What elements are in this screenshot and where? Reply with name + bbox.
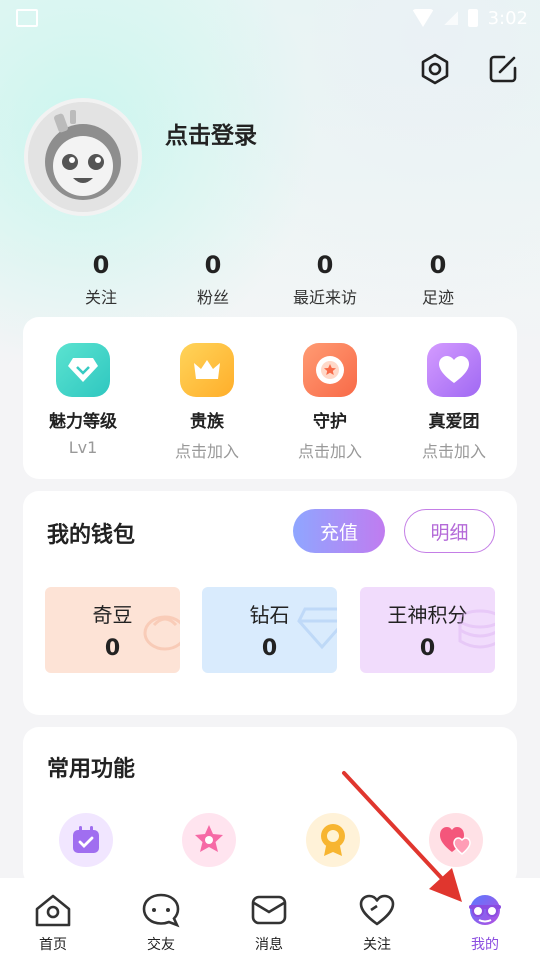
stat-label: 最近来访 <box>292 288 357 307</box>
nav-label: 我的 <box>471 937 499 953</box>
stat-label: 关注 <box>84 288 117 307</box>
star-badge-icon[interactable] <box>182 813 236 867</box>
vip-nobility[interactable]: 贵族 点击加入 <box>147 343 267 462</box>
diamond-icon <box>56 343 110 397</box>
vip-sub: Lv1 <box>68 438 98 457</box>
vip-title: 贵族 <box>190 412 224 432</box>
nav-friends[interactable]: 交友 <box>121 892 201 954</box>
avatar[interactable] <box>24 98 142 216</box>
stat-value: 0 <box>316 251 334 279</box>
bean-icon <box>143 615 180 651</box>
vip-true-love-group[interactable]: 真爱团 点击加入 <box>394 343 514 462</box>
recharge-button[interactable]: 充值 <box>293 509 385 553</box>
calendar-check-icon[interactable] <box>59 813 113 867</box>
vip-title: 真爱团 <box>428 412 480 432</box>
shield-icon <box>303 343 357 397</box>
hearts-icon[interactable] <box>429 813 483 867</box>
wallet-qidou[interactable]: 奇豆 0 <box>45 587 180 673</box>
detail-button[interactable]: 明细 <box>404 509 495 553</box>
vip-sub: 点击加入 <box>421 442 486 461</box>
functions-title: 常用功能 <box>47 757 136 782</box>
nav-mine[interactable]: 我的 <box>445 892 525 954</box>
functions-card: 常用功能 <box>23 727 517 887</box>
stat-recent-visitors[interactable]: 0 最近来访 <box>275 250 375 308</box>
stat-following[interactable]: 0 关注 <box>51 250 151 308</box>
nav-home[interactable]: 首页 <box>13 892 93 954</box>
header-actions <box>418 52 520 86</box>
mail-icon <box>251 895 287 925</box>
stat-label: 足迹 <box>421 288 454 307</box>
default-avatar-icon <box>28 102 138 212</box>
battery-icon <box>467 9 478 27</box>
signal-icon <box>443 11 458 25</box>
wallet-diamond[interactable]: 钻石 0 <box>202 587 337 673</box>
stat-label: 粉丝 <box>196 288 229 307</box>
stat-fans[interactable]: 0 粉丝 <box>163 250 263 308</box>
nav-follow[interactable]: 关注 <box>337 892 417 954</box>
chat-icon <box>142 893 180 928</box>
stat-value: 0 <box>204 251 222 279</box>
vip-guard[interactable]: 守护 点击加入 <box>270 343 390 462</box>
gallery-icon <box>16 9 38 27</box>
login-link[interactable]: 点击登录 <box>165 116 257 150</box>
nav-label: 交友 <box>147 937 175 953</box>
status-bar: 3:02 <box>0 0 540 36</box>
heart-outline-icon <box>359 894 395 926</box>
edit-icon[interactable] <box>486 52 520 86</box>
vip-title: 魅力等级 <box>49 412 117 432</box>
clock: 3:02 <box>487 7 528 29</box>
vip-sub: 点击加入 <box>174 442 239 461</box>
settings-icon[interactable] <box>418 52 452 86</box>
nav-label: 关注 <box>363 937 391 953</box>
stat-value: 0 <box>429 251 447 279</box>
heart-icon <box>427 343 481 397</box>
vip-charm-level[interactable]: 魅力等级 Lv1 <box>23 343 143 457</box>
vip-sub: 点击加入 <box>297 442 362 461</box>
wallet-points[interactable]: 王神积分 0 <box>360 587 495 673</box>
medal-icon[interactable] <box>306 813 360 867</box>
avatar-glasses-icon <box>469 895 501 925</box>
stat-footprints[interactable]: 0 足迹 <box>388 250 488 308</box>
crown-icon <box>180 343 234 397</box>
wallet-title: 我的钱包 <box>47 523 136 548</box>
nav-label: 首页 <box>39 937 67 953</box>
nav-label: 消息 <box>255 937 283 953</box>
diamond-outline-icon <box>297 607 337 650</box>
privileges-card: 魅力等级 Lv1 贵族 点击加入 守护 点击加入 真爱团 点击加入 <box>23 317 517 479</box>
home-icon <box>35 894 71 927</box>
stat-value: 0 <box>92 251 110 279</box>
nav-messages[interactable]: 消息 <box>229 892 309 954</box>
vip-title: 守护 <box>313 412 347 432</box>
wifi-icon <box>411 9 434 27</box>
bottom-nav: 首页 交友 消息 关注 我的 <box>0 878 540 960</box>
wallet-card: 我的钱包 充值 明细 奇豆 0 钻石 0 王神积分 0 <box>23 491 517 715</box>
coins-icon <box>458 609 495 649</box>
